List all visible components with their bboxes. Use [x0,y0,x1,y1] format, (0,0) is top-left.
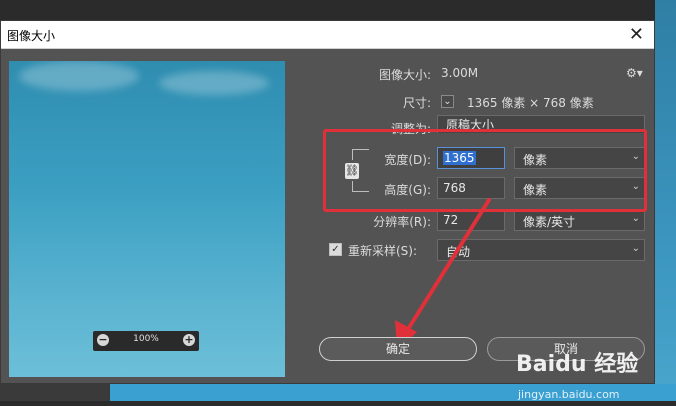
background-photo-edge [655,0,676,401]
zoom-out-icon[interactable]: − [97,334,109,346]
image-size-label: 图像大小: [378,68,431,82]
gear-icon[interactable]: ⚙▾ [626,66,643,80]
baidu-watermark: Baidu 经验 jingyan.baidu.com [516,346,656,406]
resample-checkbox[interactable]: ✓ [329,243,342,256]
resolution-unit-dropdown[interactable]: 像素/英寸 ⌄ [514,209,645,231]
image-preview[interactable]: − 100% + [9,61,285,377]
annotation-arrow [395,198,491,350]
chevron-down-icon: ⌄ [631,243,640,254]
close-icon[interactable]: ✕ [629,24,644,45]
image-size-value: 3.00M [441,66,479,80]
dialog-titlebar: 图像大小 ✕ [1,21,654,49]
dialog-title: 图像大小 [7,29,56,43]
cloud-shape [19,61,139,91]
dimensions-label: 尺寸: [402,96,431,110]
zoom-level: 100% [133,334,159,344]
ok-button-label: 确定 [385,342,410,356]
annotation-arrow-line [403,198,491,336]
ok-button[interactable]: 确定 [319,337,477,361]
dimensions-toggle[interactable]: ⌄ [441,95,454,108]
image-size-dialog: 图像大小 ✕ − 100% + 图像大小: 3.00M ⚙▾ 尺寸: ⌄ 136… [0,20,655,401]
zoom-control: − 100% + [93,331,199,351]
zoom-in-icon[interactable]: + [183,334,195,346]
resolution-unit: 像素/英寸 [523,215,576,229]
chevron-down-icon: ⌄ [631,213,640,224]
watermark-url: jingyan.baidu.com [518,388,620,401]
dimensions-value: 1365 像素 × 768 像素 [467,96,594,110]
watermark-main: Baidu 经验 [516,352,639,377]
cloud-shape [159,71,269,95]
